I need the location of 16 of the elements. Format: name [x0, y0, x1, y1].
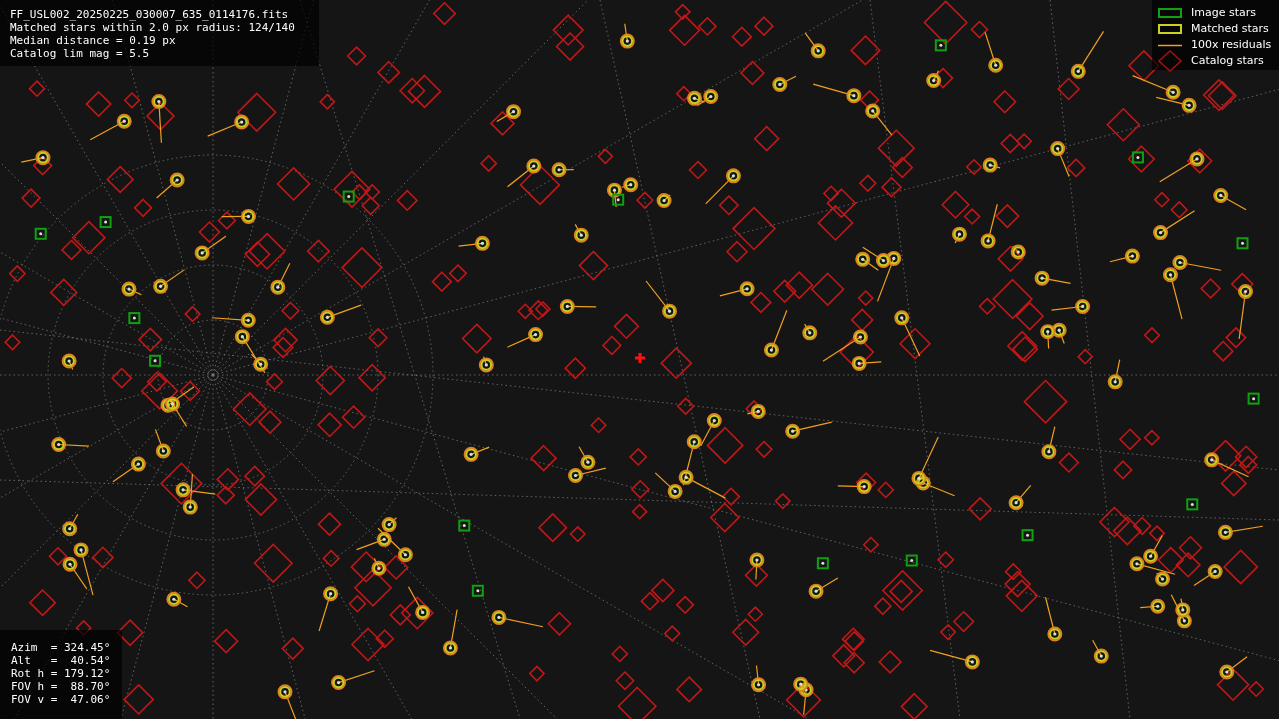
info-text: Median distance = 0.19 px: [10, 34, 177, 47]
pointing-text: Alt = 40.54°: [11, 654, 112, 667]
legend-label: 100x residuals: [1191, 36, 1272, 53]
info-text: Matched stars within 2.0 px radius: 124/140: [10, 21, 296, 34]
info-text: FF_USL002_20250225_030007_635_0114176.fits: [10, 8, 290, 21]
pointing-text: FOV v = 47.06°: [11, 693, 112, 706]
pointing-text: Azim = 324.45°: [11, 641, 112, 654]
legend-label: Image stars: [1191, 4, 1256, 21]
catalog-star-icon: [1158, 50, 1182, 72]
pointing-text: Rot h = 179.12°: [11, 667, 112, 680]
center-cross-icon: [633, 351, 647, 365]
legend-label: Catalog stars: [1191, 52, 1264, 69]
legend-label: Matched stars: [1191, 20, 1269, 37]
info-text: Catalog lim mag = 5.5: [10, 47, 151, 60]
residual-line-icon: [1158, 43, 1182, 47]
pointing-text: FOV h = 88.70°: [11, 680, 112, 693]
